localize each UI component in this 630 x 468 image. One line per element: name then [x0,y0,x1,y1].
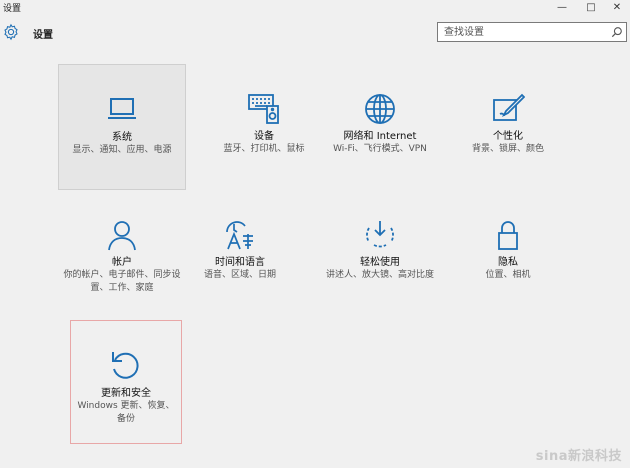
search-box[interactable] [437,22,627,42]
tile-label: 系统 [112,132,132,143]
tile-description: 显示、通知、应用、电源 [72,145,172,155]
time-language-icon [226,221,253,250]
tile-network[interactable]: 网络和 Internet Wi-Fi、飞行模式、VPN [316,64,444,190]
tile-label: 隐私 [498,257,518,268]
globe-icon [365,94,395,124]
tile-ease-of-access[interactable]: 轻松使用 讲述人、放大镜、高对比度 [320,214,440,314]
tile-label: 更新和安全 [101,388,151,399]
tile-label: 轻松使用 [360,257,400,268]
search-icon[interactable] [611,26,623,38]
lock-icon [498,221,518,250]
watermark-logo: sina新浪科技 [535,449,622,464]
tile-description: 讲述人、放大镜、高对比度 [325,270,434,280]
tile-privacy[interactable]: 隐私 位置、相机 [444,214,572,314]
tile-label: 时间和语言 [215,257,265,268]
tile-personalization[interactable]: 个性化 背景、锁屏、颜色 [444,64,572,190]
tile-label: 帐户 [112,257,132,268]
tile-description: 背景、锁屏、颜色 [471,144,544,154]
tile-description: Wi-Fi、飞行模式、VPN [333,144,427,154]
tile-description: 蓝牙、打印机、鼠标 [223,144,305,154]
tile-label: 网络和 Internet [343,131,417,142]
tile-description: Windows 更新、恢复、备份 [77,401,175,424]
tile-description: 你的帐户、电子邮件、同步设置、工作、家庭 [63,270,181,293]
tile-update-security[interactable]: 更新和安全 Windows 更新、恢复、备份 [70,320,182,444]
gear-icon [4,23,18,41]
paint-icon [493,93,525,121]
laptop-icon [108,98,136,119]
maximize-button[interactable]: □ [577,0,605,14]
tile-description: 位置、相机 [485,270,531,280]
close-button[interactable]: ✕ [603,0,630,14]
tile-time-language[interactable]: 时间和语言 语音、区域、日期 [180,214,300,314]
search-input[interactable] [438,23,603,41]
tile-devices[interactable]: 设备 蓝牙、打印机、鼠标 [200,64,328,190]
tile-label: 设备 [254,131,274,142]
ease-of-access-icon [366,221,394,248]
minimize-button[interactable]: — [548,0,576,14]
tile-label: 个性化 [493,131,523,142]
window-title: 设置 [3,4,22,14]
tile-description: 语音、区域、日期 [203,270,276,280]
keyboard-speaker-icon [248,94,279,124]
title-bar: 设置 — □ ✕ [0,0,630,16]
person-icon [108,221,136,251]
page-title: 设置 [33,30,53,41]
tile-system[interactable]: 系统 显示、通知、应用、电源 [58,64,186,190]
tile-accounts[interactable]: 帐户 你的帐户、电子邮件、同步设置、工作、家庭 [58,214,186,314]
refresh-icon [112,352,139,379]
